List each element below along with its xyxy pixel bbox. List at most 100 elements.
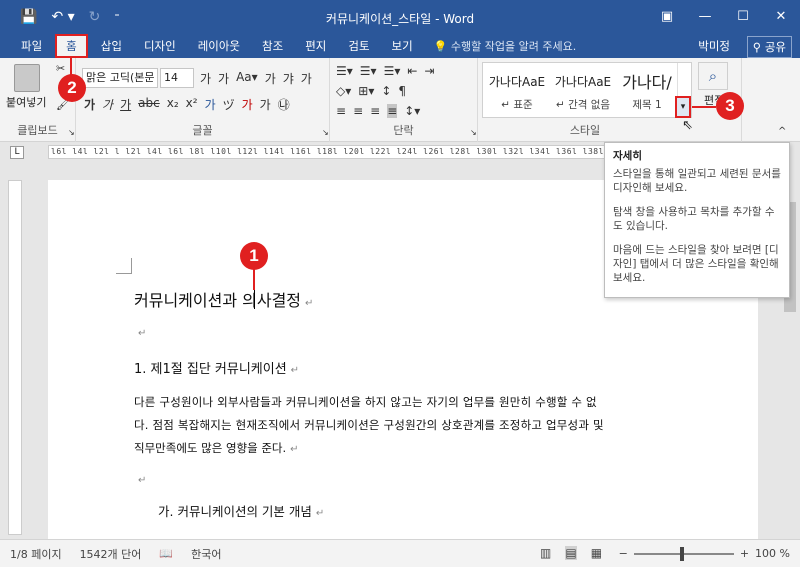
font-color-icon[interactable]: 가 bbox=[242, 96, 253, 113]
doc-title[interactable]: 커뮤니케이션과 의사결정 ↵ bbox=[134, 287, 313, 311]
font-size-box[interactable]: 14 bbox=[160, 68, 194, 88]
change-case-icon[interactable]: Aa▾ bbox=[236, 70, 258, 87]
style-name: ↵ 간격 없음 bbox=[555, 99, 611, 111]
doc-blank-line[interactable]: ↵ bbox=[134, 326, 146, 339]
phonetic-guide-icon[interactable]: 갸 bbox=[283, 70, 294, 87]
close-icon[interactable]: ✕ bbox=[762, 0, 800, 34]
align-center-icon[interactable]: ≡ bbox=[353, 104, 363, 118]
share-button[interactable]: ⚲ 공유 bbox=[746, 36, 792, 58]
subscript-icon[interactable]: x₂ bbox=[167, 96, 179, 113]
style-sample: 가나다AaE bbox=[554, 75, 612, 89]
paste-label[interactable]: 붙여넣기 bbox=[6, 94, 46, 110]
style-no-spacing[interactable]: 가나다AaE ↵ 간격 없음 bbox=[551, 63, 615, 117]
italic-icon[interactable]: 가 bbox=[102, 96, 113, 113]
tab-file[interactable]: 파일 bbox=[10, 34, 53, 58]
tab-design[interactable]: 디자인 bbox=[133, 34, 187, 58]
ruler-scale[interactable]: l6l l4l l2l l l2l l4l l6l l8l l10l l12l … bbox=[48, 145, 608, 159]
style-heading-1[interactable]: 가나다/ 제목 1 bbox=[617, 63, 677, 117]
more-styles-tooltip: 자세히 스타일을 통해 일관되고 세련된 문서를 디자인해 보세요. 탐색 창을… bbox=[604, 142, 790, 298]
align-left-icon[interactable]: ≡ bbox=[336, 104, 346, 118]
redo-icon[interactable]: ↻ bbox=[89, 9, 101, 25]
style-normal[interactable]: 가나다AaE ↵ 표준 bbox=[485, 63, 549, 117]
enclose-char-icon[interactable]: ㉯ bbox=[278, 96, 290, 113]
undo-icon[interactable]: ↶ ▾ bbox=[51, 9, 74, 25]
borders-icon[interactable]: ⊞▾ bbox=[358, 84, 374, 98]
zoom-level[interactable]: 100 % bbox=[755, 547, 790, 560]
restore-ribbon-icon[interactable]: ▣ bbox=[648, 0, 686, 34]
justify-icon[interactable]: ≡ bbox=[387, 104, 398, 118]
tell-me-box[interactable]: 💡 수행할 작업을 알려 주세요. bbox=[424, 38, 577, 54]
show-marks-icon[interactable]: ¶ bbox=[398, 84, 406, 98]
web-layout-icon[interactable]: ▦ bbox=[591, 546, 602, 560]
zoom-out-icon[interactable]: − bbox=[619, 547, 628, 560]
proofing-icon[interactable]: 📖 bbox=[149, 547, 181, 560]
tab-view[interactable]: 보기 bbox=[381, 34, 424, 58]
maximize-icon[interactable]: ☐ bbox=[724, 0, 762, 34]
text-effects-icon[interactable]: 가 bbox=[205, 96, 216, 113]
customize-qat-icon[interactable]: ⁼ bbox=[114, 12, 119, 23]
doc-blank-line-2[interactable]: ↵ bbox=[134, 473, 146, 486]
doc-body-line-3[interactable]: 직무만족에도 많은 영향을 준다. ↵ bbox=[134, 440, 299, 456]
strikethrough-icon[interactable]: abc bbox=[138, 96, 160, 113]
style-name: 제목 1 bbox=[632, 99, 662, 111]
search-icon[interactable]: ⌕ bbox=[698, 62, 728, 90]
bold-icon[interactable]: 가 bbox=[84, 96, 95, 113]
underline-icon[interactable]: 가 bbox=[120, 96, 131, 113]
zoom-slider[interactable] bbox=[633, 546, 734, 561]
doc-body-line-2[interactable]: 다. 점점 복잡해지는 현재조직에서 커뮤니케이션은 구성원간의 상호관계를 조… bbox=[134, 417, 604, 433]
language-indicator[interactable]: 한국어 bbox=[181, 546, 229, 562]
shrink-font-icon[interactable]: 가 bbox=[218, 70, 229, 87]
clear-format-icon[interactable]: 가 bbox=[265, 70, 276, 87]
paragraph-mark: ↵ bbox=[305, 298, 314, 309]
window-controls: ▣ — ☐ ✕ bbox=[648, 0, 800, 34]
vertical-ruler bbox=[8, 180, 22, 535]
align-right-icon[interactable]: ≡ bbox=[370, 104, 380, 118]
font-name-box[interactable]: 맑은 고딕(본문 bbox=[82, 68, 158, 88]
bullets-icon[interactable]: ☰▾ bbox=[336, 64, 353, 78]
quick-access-toolbar: 💾 ↶ ▾ ↻ ⁼ bbox=[0, 9, 120, 25]
tooltip-text-3: 마음에 드는 스타일을 찾아 보려면 [디자인] 탭에서 더 많은 스타일을 확… bbox=[613, 244, 779, 284]
tab-mailings[interactable]: 편지 bbox=[294, 34, 337, 58]
font-dialog-launcher-icon[interactable]: ↘ bbox=[322, 128, 329, 137]
tab-references[interactable]: 참조 bbox=[251, 34, 294, 58]
doc-line-text: 다른 구성원이나 외부사람들과 커뮤니케이션을 하지 않고는 자기의 업무를 원… bbox=[134, 395, 597, 409]
print-layout-icon[interactable]: ▤ bbox=[565, 546, 577, 560]
minimize-icon[interactable]: — bbox=[686, 0, 724, 34]
sort-icon[interactable]: ↕ bbox=[381, 84, 391, 98]
save-icon[interactable]: 💾 bbox=[20, 9, 37, 25]
clipboard-dialog-launcher-icon[interactable]: ↘ bbox=[68, 128, 75, 137]
tab-selector[interactable]: L bbox=[10, 146, 24, 159]
read-mode-icon[interactable]: ▥ bbox=[540, 546, 551, 560]
grow-font-icon[interactable]: 가 bbox=[200, 70, 211, 87]
char-shading-icon[interactable]: 가 bbox=[260, 96, 271, 113]
multilevel-list-icon[interactable]: ☰▾ bbox=[384, 64, 401, 78]
char-border-icon[interactable]: 가 bbox=[301, 70, 312, 87]
doc-subheading[interactable]: 가. 커뮤니케이션의 기본 개념 ↵ bbox=[158, 501, 324, 520]
user-name[interactable]: 박미정 bbox=[698, 34, 730, 58]
superscript-icon[interactable]: x² bbox=[186, 96, 198, 113]
cut-icon[interactable]: ✂ bbox=[56, 62, 65, 75]
collapse-ribbon-icon[interactable]: ^ bbox=[778, 126, 786, 137]
tab-layout[interactable]: 레이아웃 bbox=[187, 34, 251, 58]
tab-insert[interactable]: 삽입 bbox=[90, 34, 133, 58]
zoom-slider-knob[interactable] bbox=[679, 546, 684, 561]
decrease-indent-icon[interactable]: ⇤ bbox=[407, 64, 417, 78]
highlight-icon[interactable]: ヅ bbox=[223, 96, 235, 113]
paste-icon[interactable] bbox=[14, 64, 40, 92]
word-count[interactable]: 1542개 단어 bbox=[70, 546, 150, 562]
doc-heading-1[interactable]: 1. 제1절 집단 커뮤니케이션 ↵ bbox=[134, 358, 299, 377]
tab-review[interactable]: 검토 bbox=[337, 34, 380, 58]
tab-home[interactable]: 홈 bbox=[55, 34, 88, 58]
increase-indent-icon[interactable]: ⇥ bbox=[424, 64, 434, 78]
numbering-icon[interactable]: ☰▾ bbox=[360, 64, 377, 78]
shading-icon[interactable]: ◇▾ bbox=[336, 84, 351, 98]
page-count[interactable]: 1/8 페이지 bbox=[0, 546, 70, 562]
paragraph-mark: ↵ bbox=[290, 444, 299, 455]
styles-more-button[interactable]: ▾ bbox=[675, 96, 691, 118]
doc-body-line-1[interactable]: 다른 구성원이나 외부사람들과 커뮤니케이션을 하지 않고는 자기의 업무를 원… bbox=[134, 394, 597, 410]
paragraph-dialog-launcher-icon[interactable]: ↘ bbox=[470, 128, 477, 137]
zoom-in-icon[interactable]: + bbox=[740, 547, 749, 560]
line-spacing-icon[interactable]: ↕▾ bbox=[404, 104, 420, 118]
paragraph-mark: ↵ bbox=[290, 365, 300, 376]
ribbon-tabs: 파일 홈 삽입 디자인 레이아웃 참조 편지 검토 보기 💡 수행할 작업을 알… bbox=[0, 34, 800, 58]
